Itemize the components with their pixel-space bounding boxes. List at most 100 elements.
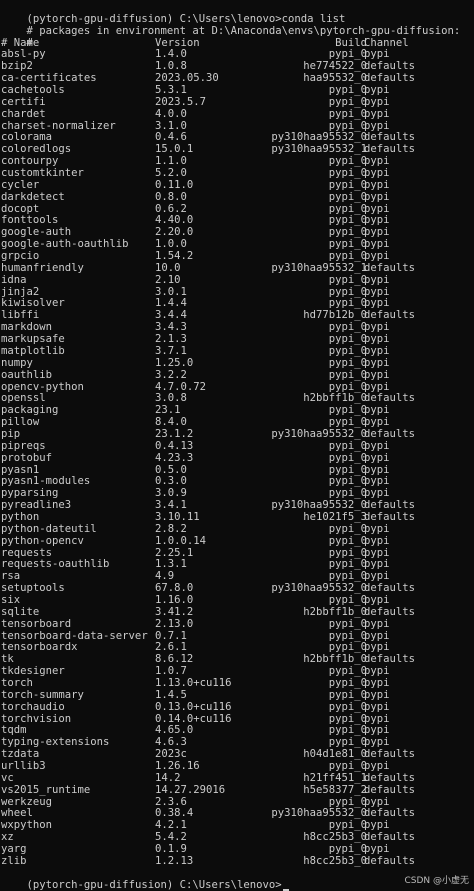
package-row: zlib 1.2.13 h8cc25b3_0 defaults — [1, 854, 474, 868]
package-name: humanfriendly — [1, 261, 84, 274]
package-row: python-opencv 1.0.0.14 pypi_0 pypi — [1, 534, 474, 548]
package-build: h8cc25b3_0 — [303, 854, 367, 867]
package-build: pypi_0 — [328, 368, 367, 381]
package-build: pypi_0 — [328, 534, 367, 547]
package-version: 10.0 — [155, 261, 181, 274]
package-channel: pypi — [364, 700, 390, 713]
package-row: packaging 23.1 pypi_0 pypi — [1, 404, 474, 417]
package-version: 0.4.13 — [155, 439, 194, 452]
package-row: torch-summary 1.4.5 pypi_0 pypi — [1, 688, 474, 702]
package-build: pypi_0 — [328, 522, 367, 535]
package-name: oauthlib — [1, 368, 53, 381]
package-version: 2.13.0 — [155, 617, 194, 630]
package-channel: pypi — [364, 451, 390, 464]
package-name: pipreqs — [1, 439, 46, 452]
package-version: 0.11.0 — [155, 178, 194, 191]
package-channel: pypi — [364, 617, 390, 630]
package-row: pipreqs 0.4.13 pypi_0 pypi — [1, 439, 474, 453]
package-name: torch-summary — [1, 688, 84, 701]
package-row: coloredlogs 15.0.1 py310haa95532_1 defaults — [1, 143, 474, 156]
package-row: numpy 1.25.0 pypi_0 pypi — [1, 356, 474, 370]
package-channel: pypi — [364, 273, 390, 286]
package-row: markdown 3.4.3 pypi_0 pypi — [1, 321, 474, 334]
package-name: idna — [1, 273, 27, 286]
package-row: darkdetect 0.8.0 pypi_0 pypi — [1, 190, 474, 204]
package-channel: pypi — [364, 178, 390, 191]
package-name: python-dateutil — [1, 522, 97, 535]
package-channel: defaults — [364, 605, 416, 618]
package-name: numpy — [1, 356, 33, 369]
package-name: python-opencv — [1, 534, 84, 547]
package-name: tensorboard — [1, 617, 72, 630]
package-row: oauthlib 3.2.2 pypi_0 pypi — [1, 368, 474, 382]
command-prompt-line: (pytorch-gpu-diffusion) C:\Users\lenovo>… — [1, 2, 474, 25]
package-channel: pypi — [364, 439, 390, 452]
package-name: certifi — [1, 95, 46, 108]
package-row: tk 8.6.12 h2bbff1b_0 defaults — [1, 653, 474, 666]
package-row: chardet 4.0.0 pypi_0 pypi — [1, 107, 474, 121]
package-row: pip 23.1.2 py310haa95532_0 defaults — [1, 428, 474, 441]
package-channel: pypi — [364, 356, 390, 369]
package-row: ca-certificates 2023.05.30 haa95532_0 defau… — [1, 72, 474, 85]
package-row: tzdata 2023c h04d1e81_0 defaults — [1, 748, 474, 761]
package-row: certifi 2023.5.7 pypi_0 pypi — [1, 95, 474, 109]
package-row: libffi 3.4.4 hd77b12b_0 defaults — [1, 309, 474, 322]
env-header-line: # packages in environment at D:\Anaconda… — [1, 14, 474, 37]
package-channel: defaults — [364, 771, 416, 784]
package-row: torchaudio 0.13.0+cu116 pypi_0 pypi — [1, 700, 474, 714]
package-row: openssl 3.0.8 h2bbff1b_0 defaults — [1, 392, 474, 405]
package-version: 2.8.2 — [155, 522, 187, 535]
package-row: google-auth-oauthlib 1.0.0 pypi_0 pypi — [1, 238, 474, 251]
package-row: cycler 0.11.0 pypi_0 pypi — [1, 178, 474, 192]
package-version: 14.2 — [155, 771, 181, 784]
package-row: jinja2 3.0.1 pypi_0 pypi — [1, 286, 474, 299]
package-row: protobuf 4.23.3 pypi_0 pypi — [1, 451, 474, 465]
column-header-line: # Name Version Build Channel — [1, 37, 474, 50]
package-name: protobuf — [1, 451, 53, 464]
package-version: 1.2.13 — [155, 854, 194, 867]
package-version: 2023.5.7 — [155, 95, 207, 108]
package-version: 1.25.0 — [155, 356, 194, 369]
package-version: 1.0.0.14 — [155, 534, 207, 547]
package-row: python-dateutil 2.8.2 pypi_0 pypi — [1, 522, 474, 536]
package-row: tensorboard 2.13.0 pypi_0 pypi — [1, 617, 474, 631]
terminal-window[interactable]: (pytorch-gpu-diffusion) C:\Users\lenovo>… — [0, 0, 474, 891]
package-version: 3.7.1 — [155, 344, 187, 357]
package-channel: pypi — [364, 368, 390, 381]
package-row: matplotlib 3.7.1 pypi_0 pypi — [1, 344, 474, 358]
package-version: 2.10 — [155, 273, 181, 286]
package-row: wheel 0.38.4 py310haa95532_0 defaults — [1, 808, 474, 820]
package-version: 3.2.2 — [155, 368, 187, 381]
package-name: vc — [1, 771, 14, 784]
package-name: darkdetect — [1, 190, 65, 203]
package-name: torchaudio — [1, 700, 65, 713]
package-build: pypi_0 — [328, 688, 367, 701]
package-name: vs2015_runtime — [1, 783, 91, 796]
package-channel: pypi — [364, 534, 390, 547]
comment-line: # — [1, 26, 474, 49]
package-build: pypi_0 — [328, 178, 367, 191]
package-channel: pypi — [364, 107, 390, 120]
package-channel: defaults — [364, 783, 416, 796]
package-build: pypi_0 — [328, 700, 367, 713]
package-name: sqlite — [1, 605, 40, 618]
package-channel: defaults — [364, 261, 416, 274]
package-channel: pypi — [364, 688, 390, 701]
package-build: pypi_0 — [328, 451, 367, 464]
package-build: pypi_0 — [328, 273, 367, 286]
package-row: vs2015_runtime 14.27.29016 h5e58377_2 defau… — [1, 783, 474, 797]
package-row: fonttools 4.40.0 pypi_0 pypi — [1, 215, 474, 227]
package-version: 3.41.2 — [155, 605, 194, 618]
package-row: customtkinter 5.2.0 pypi_0 pypi — [1, 167, 474, 180]
package-channel: pypi — [364, 95, 390, 108]
package-row: tkdesigner 1.0.7 pypi_0 pypi — [1, 665, 474, 678]
package-row: vc 14.2 h21ff451_1 defaults — [1, 771, 474, 785]
package-row: cachetools 5.3.1 pypi_0 pypi — [1, 84, 474, 97]
package-version: 0.8.0 — [155, 190, 187, 203]
package-version: 14.27.29016 — [155, 783, 226, 796]
package-name: matplotlib — [1, 344, 65, 357]
package-version: 4.23.3 — [155, 451, 194, 464]
package-row: requests-oauthlib 1.3.1 pypi_0 pypi — [1, 559, 474, 571]
package-build: pypi_0 — [328, 439, 367, 452]
final-prompt-line: (pytorch-gpu-diffusion) C:\Users\lenovo> — [1, 868, 474, 891]
